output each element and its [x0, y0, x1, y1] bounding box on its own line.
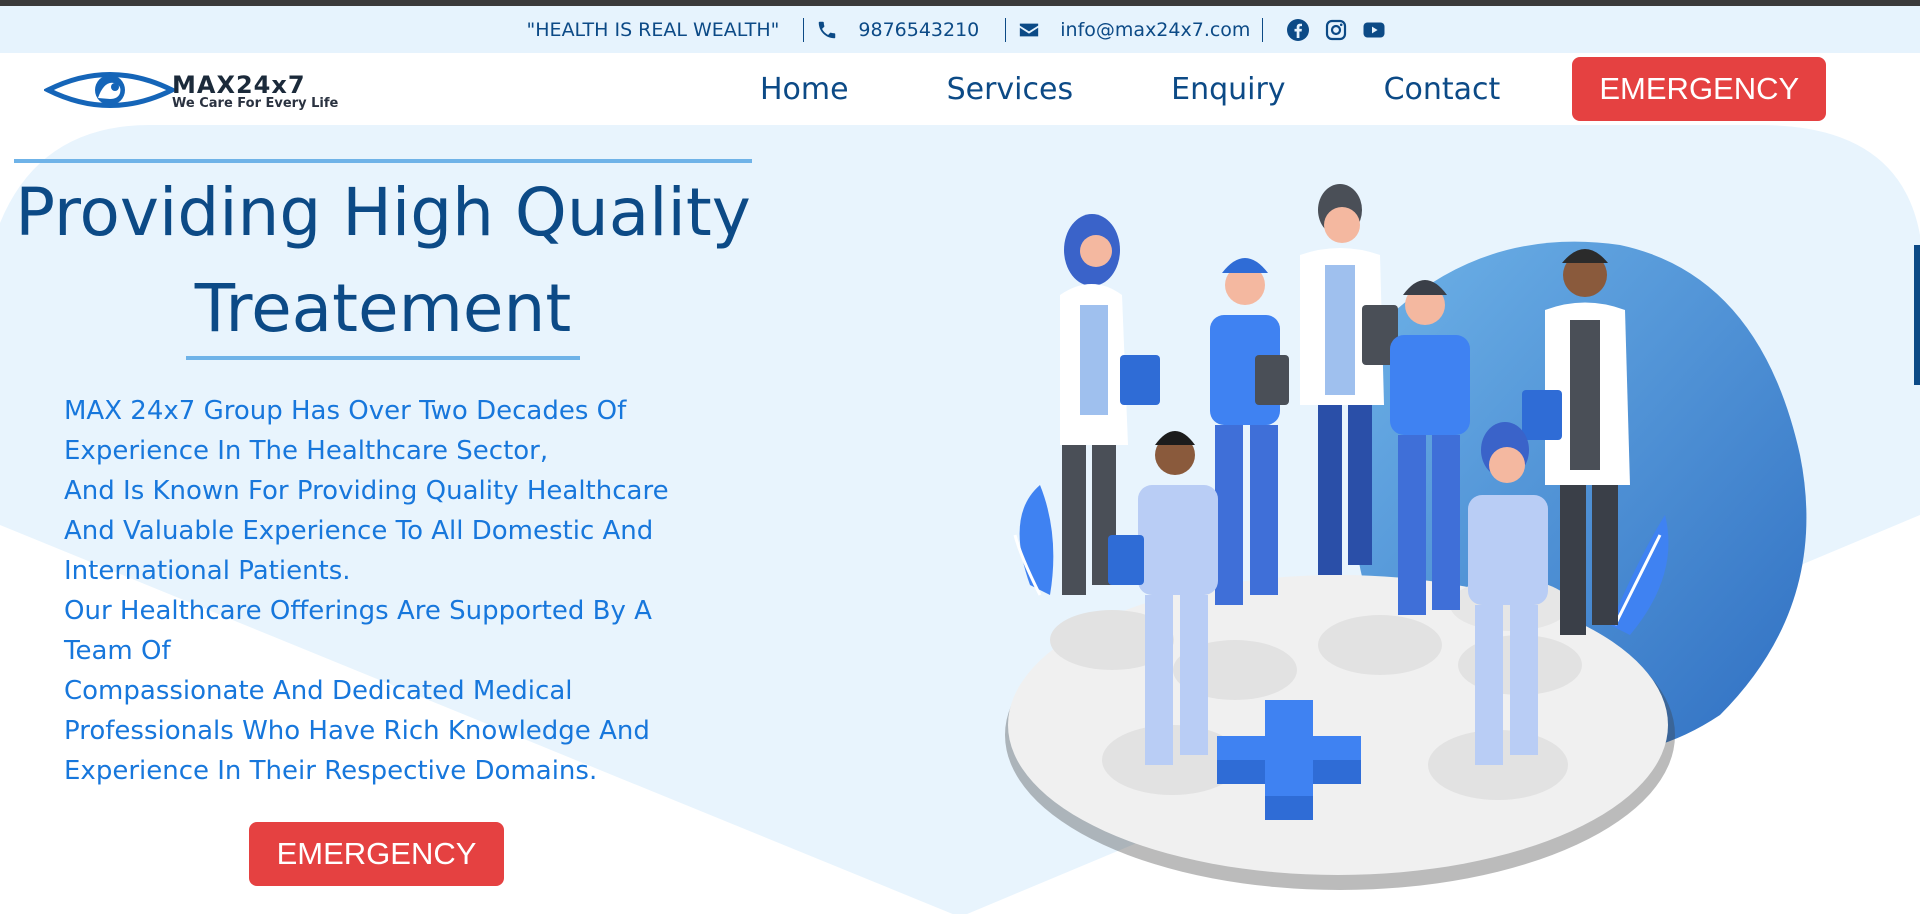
- nav-emergency-button[interactable]: EMERGENCY: [1572, 57, 1827, 121]
- nav-item-enquiry[interactable]: Enquiry: [1171, 72, 1285, 107]
- top-info-bar: "HEALTH IS REAL WEALTH" 9876543210 info@…: [0, 6, 1920, 53]
- social-links: [1279, 18, 1393, 42]
- hero-title: Providing High Quality Treatement: [14, 165, 752, 357]
- divider: [1262, 17, 1264, 42]
- nav-menu: Home Services Enquiry Contact EMERGENCY: [760, 53, 1827, 125]
- hero-title-line-2: Treatement: [194, 270, 572, 347]
- instagram-icon[interactable]: [1324, 18, 1348, 42]
- logo-name: MAX24x7: [172, 71, 306, 99]
- phone-icon: [816, 19, 838, 41]
- title-accent-line: [14, 159, 752, 163]
- eye-logo-icon: [42, 67, 178, 117]
- hero-paragraph: Compassionate And Dedicated Medical Prof…: [64, 676, 650, 786]
- divider: [1005, 17, 1007, 42]
- email-address: info@max24x7.com: [1060, 18, 1251, 41]
- hero-description: MAX 24x7 Group Has Over Two Decades Of E…: [64, 391, 704, 791]
- main-navbar: MAX24x7 We Care For Every Life Home Serv…: [0, 53, 1920, 125]
- slogan: "HEALTH IS REAL WEALTH": [526, 18, 780, 41]
- hero-section: Providing High Quality Treatement MAX 24…: [0, 125, 1920, 914]
- logo-tagline: We Care For Every Life: [172, 96, 339, 111]
- hero-paragraph: And Is Known For Providing Quality Healt…: [64, 476, 669, 586]
- nav-item-home[interactable]: Home: [760, 72, 849, 107]
- title-underline: [186, 356, 580, 360]
- nav-item-services[interactable]: Services: [947, 72, 1074, 107]
- site-logo[interactable]: MAX24x7 We Care For Every Life: [42, 67, 338, 117]
- medical-team-illustration: [1005, 184, 1807, 890]
- logo-text: MAX24x7 We Care For Every Life: [172, 73, 338, 111]
- hero-emergency-button[interactable]: EMERGENCY: [249, 822, 504, 886]
- phone-number: 9876543210: [858, 18, 980, 41]
- hero-paragraph: MAX 24x7 Group Has Over Two Decades Of E…: [64, 396, 627, 466]
- divider: [803, 17, 805, 42]
- email-contact[interactable]: info@max24x7.com: [1018, 19, 1250, 41]
- hero-title-line-1: Providing High Quality: [15, 174, 751, 251]
- hero-paragraph: Our Healthcare Offerings Are Supported B…: [64, 596, 652, 666]
- scrollbar-thumb[interactable]: [1914, 245, 1920, 385]
- facebook-icon[interactable]: [1286, 18, 1310, 42]
- youtube-icon[interactable]: [1362, 18, 1386, 42]
- phone-contact[interactable]: 9876543210: [816, 19, 979, 41]
- mail-icon: [1018, 19, 1040, 41]
- nav-item-contact[interactable]: Contact: [1384, 72, 1501, 107]
